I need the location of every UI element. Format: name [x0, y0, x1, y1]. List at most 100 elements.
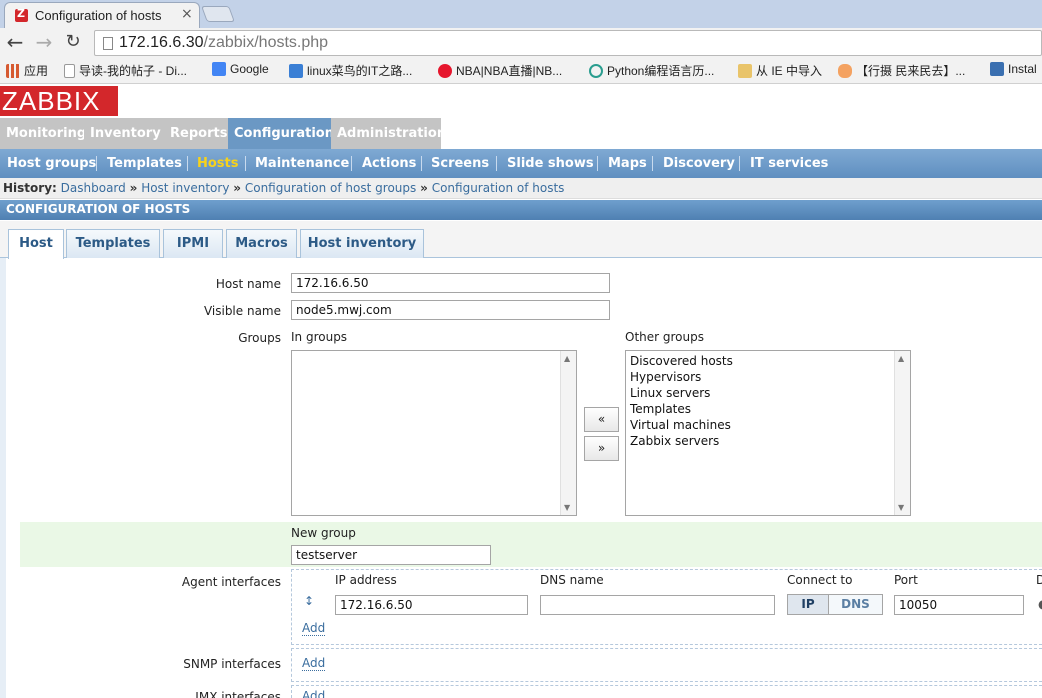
tab-templates[interactable]: Templates — [66, 229, 160, 258]
host-name-field[interactable]: 172.16.6.50 — [291, 273, 610, 293]
history-link-dashboard[interactable]: Dashboard — [61, 181, 126, 195]
zabbix-logo[interactable]: ZABBIX — [0, 86, 118, 116]
bookmark-item[interactable]: Instal — [990, 62, 1037, 76]
submenu-host-groups[interactable]: Host groups — [7, 149, 96, 178]
home-icon — [990, 62, 1004, 76]
tab-host-inventory[interactable]: Host inventory — [300, 229, 424, 258]
list-item[interactable]: Templates — [626, 401, 910, 417]
scroll-down-icon[interactable]: ▼ — [564, 503, 570, 512]
history-separator: » — [420, 181, 428, 195]
scroll-up-icon[interactable]: ▲ — [564, 354, 570, 363]
menu-inventory[interactable]: Inventory — [84, 118, 164, 149]
url-host: 172.16.6.30 — [119, 34, 204, 51]
scroll-down-icon[interactable]: ▼ — [898, 503, 904, 512]
new-group-label: New group — [291, 526, 356, 540]
move-to-in-groups-button[interactable]: « — [584, 407, 619, 432]
scroll-up-icon[interactable]: ▲ — [898, 354, 904, 363]
new-group-row — [20, 522, 1042, 567]
menu-configuration[interactable]: Configuration — [228, 118, 334, 149]
bookmark-folder[interactable]: 从 IE 中导入 — [738, 62, 822, 79]
submenu-separator — [739, 156, 740, 171]
history-separator: » — [233, 181, 242, 195]
bookmark-label: 应用 — [24, 64, 49, 78]
menu-reports[interactable]: Reports — [164, 118, 228, 149]
tab-host[interactable]: Host — [8, 229, 64, 259]
bookmark-item[interactable]: Google — [212, 62, 269, 76]
url-text[interactable]: 172.16.6.30/zabbix/hosts.php — [119, 34, 328, 52]
menu-administration[interactable]: Administration — [331, 118, 446, 149]
history-link-host-inventory[interactable]: Host inventory — [141, 181, 229, 195]
in-groups-list[interactable]: ▲ ▼ — [291, 350, 577, 516]
tab-macros[interactable]: Macros — [226, 229, 297, 258]
submenu-actions[interactable]: Actions — [362, 149, 416, 178]
address-bar[interactable]: 172.16.6.30/zabbix/hosts.php — [94, 30, 1042, 56]
bookmark-label: Instal — [1008, 62, 1037, 76]
list-item[interactable]: Linux servers — [626, 385, 910, 401]
host-name-label: Host name — [215, 277, 281, 291]
agent-port-field[interactable]: 10050 — [894, 595, 1024, 615]
port-header: Port — [894, 573, 918, 587]
bookmark-apps[interactable]: 应用 — [6, 62, 48, 79]
add-snmp-interface-link[interactable]: Add — [302, 657, 326, 671]
list-item[interactable]: Discovered hosts — [626, 353, 910, 369]
agent-ip-field[interactable]: 172.16.6.50 — [335, 595, 528, 615]
connect-ip-button[interactable]: IP — [787, 594, 829, 615]
sub-menu: Host groups Templates Hosts Maintenance … — [0, 149, 1042, 178]
visible-name-field[interactable]: node5.mwj.com — [291, 300, 610, 320]
page-icon — [103, 37, 113, 50]
default-radio-icon[interactable]: ● — [1038, 597, 1042, 611]
forward-arrow-icon[interactable]: → — [33, 31, 55, 55]
bookmark-item[interactable]: linux菜鸟的IT之路... — [289, 62, 412, 79]
other-groups-list[interactable]: Discovered hosts Hypervisors Linux serve… — [625, 350, 911, 516]
reload-icon[interactable]: ↻ — [62, 31, 84, 55]
scrollbar[interactable]: ▲ ▼ — [894, 351, 910, 515]
bookmark-label: 从 IE 中导入 — [756, 64, 823, 78]
menu-monitoring[interactable]: Monitoring — [0, 118, 86, 149]
submenu-it-services[interactable]: IT services — [750, 149, 828, 178]
browser-tab[interactable]: Configuration of hosts × — [4, 2, 200, 28]
bookmark-label: NBA|NBA直播|NB... — [456, 64, 563, 78]
submenu-screens[interactable]: Screens — [431, 149, 489, 178]
bookmark-label: Python编程语言历... — [607, 64, 715, 78]
submenu-maps[interactable]: Maps — [608, 149, 647, 178]
scrollbar[interactable]: ▲ ▼ — [560, 351, 576, 515]
submenu-separator — [652, 156, 653, 171]
submenu-separator — [96, 156, 97, 171]
drag-handle-icon[interactable]: ↕ — [304, 594, 314, 608]
submenu-maintenance[interactable]: Maintenance — [255, 149, 349, 178]
apps-icon — [6, 64, 20, 78]
agent-dns-field[interactable] — [540, 595, 775, 615]
add-jmx-interface-link[interactable]: Add — [302, 690, 325, 698]
bookmark-item[interactable]: Python编程语言历... — [589, 62, 714, 79]
new-tab-button[interactable] — [201, 6, 235, 22]
hand-icon — [838, 64, 852, 78]
history-link-host-groups[interactable]: Configuration of host groups — [245, 181, 416, 195]
history-link-hosts[interactable]: Configuration of hosts — [432, 181, 565, 195]
back-arrow-icon[interactable]: ← — [4, 31, 26, 55]
bookmark-item[interactable]: NBA|NBA直播|NB... — [438, 62, 562, 79]
connect-dns-button[interactable]: DNS — [828, 594, 883, 615]
new-group-field[interactable]: testserver — [291, 545, 491, 565]
move-to-other-groups-button[interactable]: » — [584, 436, 619, 461]
submenu-separator — [245, 156, 246, 171]
tab-ipmi[interactable]: IPMI — [163, 229, 223, 258]
zabbix-favicon-icon — [15, 7, 28, 22]
breadcrumb: History: Dashboard » Host inventory » Co… — [0, 178, 1042, 199]
history-separator: » — [129, 181, 138, 195]
list-item[interactable]: Hypervisors — [626, 369, 910, 385]
bookmark-item[interactable]: 【行摄 民来民去】... — [838, 62, 965, 79]
in-groups-label: In groups — [291, 330, 348, 344]
connect-to-header: Connect to — [787, 573, 853, 587]
list-item[interactable]: Zabbix servers — [626, 433, 910, 449]
submenu-hosts[interactable]: Hosts — [197, 149, 239, 178]
submenu-templates[interactable]: Templates — [107, 149, 182, 178]
folder-icon — [738, 64, 752, 78]
submenu-slide-shows[interactable]: Slide shows — [507, 149, 594, 178]
submenu-discovery[interactable]: Discovery — [663, 149, 735, 178]
close-tab-icon[interactable]: × — [181, 6, 193, 22]
list-item[interactable]: Virtual machines — [626, 417, 910, 433]
bookmark-item[interactable]: 导读-我的帖子 - Di... — [64, 62, 187, 79]
page-title: CONFIGURATION OF HOSTS — [0, 200, 1042, 220]
add-agent-interface-link[interactable]: Add — [302, 622, 326, 636]
bookmark-label: linux菜鸟的IT之路... — [307, 64, 413, 78]
